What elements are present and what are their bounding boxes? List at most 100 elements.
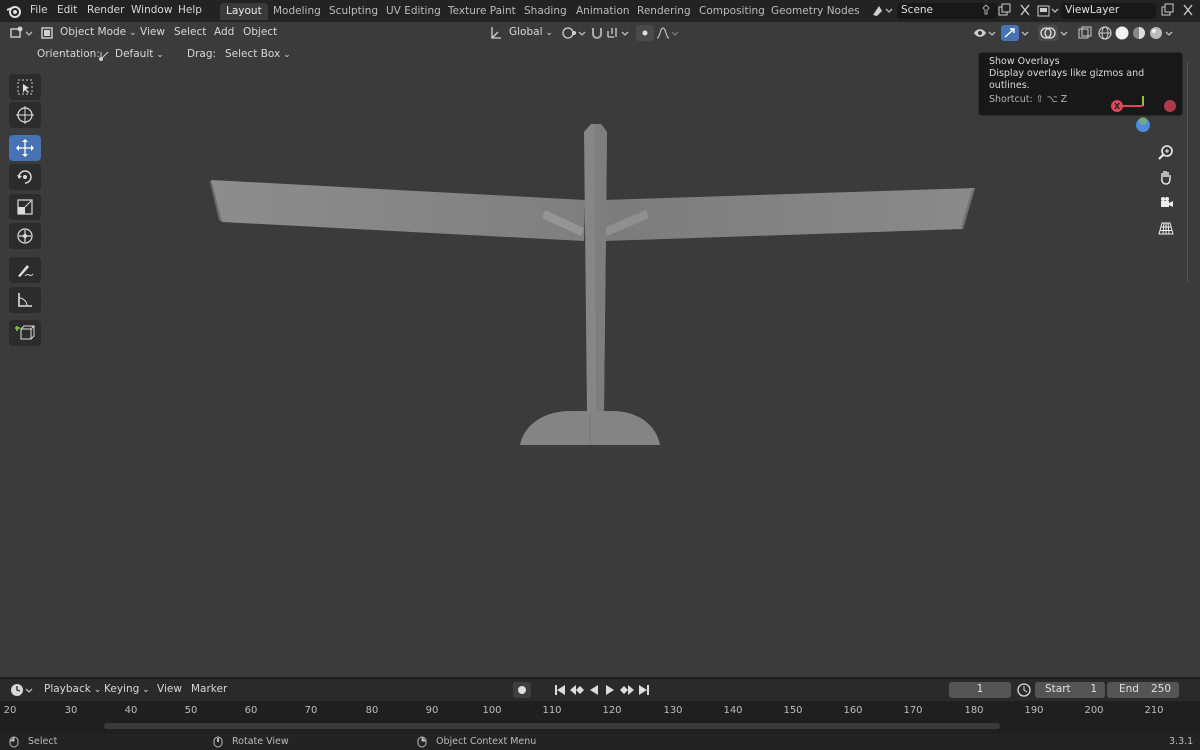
annotate-tool[interactable] (9, 257, 41, 283)
scale-tool[interactable] (9, 194, 41, 220)
current-frame-field[interactable]: 1 (949, 682, 1011, 698)
tab-modeling[interactable]: Modeling (267, 3, 327, 20)
status-bar: Select Rotate View Object Context Menu 3… (0, 734, 1200, 750)
visibility-icon[interactable] (972, 25, 998, 41)
rotate-icon (17, 170, 32, 184)
remove-view-layer-icon[interactable] (1182, 3, 1194, 17)
mouse-left-icon (9, 736, 19, 748)
menu-edit[interactable]: Edit (57, 4, 77, 16)
transform-orientation-dropdown[interactable]: Global (509, 26, 553, 38)
menu-render[interactable]: Render (87, 4, 124, 16)
menu-view[interactable]: View (140, 26, 165, 38)
editor-type-icon[interactable] (9, 25, 35, 41)
transform-tool[interactable] (9, 223, 41, 249)
tab-texture-paint[interactable]: Texture Paint (442, 3, 522, 20)
menu-add[interactable]: Add (214, 26, 234, 38)
pan-view-button[interactable] (1154, 165, 1178, 189)
mode-dropdown[interactable]: Object Mode (60, 26, 137, 38)
snap-icon[interactable] (589, 25, 605, 41)
rotate-tool[interactable] (9, 164, 41, 190)
tab-compositing[interactable]: Compositing (693, 3, 771, 20)
gizmo-toggle-icon[interactable] (1001, 25, 1019, 41)
tab-geometry-nodes[interactable]: Geometry Nodes (765, 3, 866, 20)
neg-x-axis-handle[interactable] (1164, 100, 1176, 112)
airplane-model[interactable] (0, 22, 1200, 677)
timeline-ruler[interactable]: 20 30 40 50 60 70 80 90 100 110 120 130 … (0, 701, 1200, 734)
view-layer-field[interactable]: ViewLayer (1061, 3, 1156, 19)
select-box-icon (17, 79, 33, 95)
tick-label: 190 (1024, 705, 1044, 716)
move-tool[interactable] (9, 135, 41, 161)
material-shading-icon[interactable] (1131, 25, 1147, 41)
start-label: Start (1045, 683, 1071, 695)
play-icon[interactable] (603, 683, 617, 697)
camera-view-button[interactable] (1154, 191, 1178, 215)
add-cube-tool[interactable] (9, 320, 41, 346)
snap-target-icon[interactable] (606, 25, 632, 41)
jump-start-icon[interactable] (553, 683, 567, 697)
menu-help[interactable]: Help (178, 4, 202, 16)
play-reverse-icon[interactable] (587, 683, 601, 697)
tab-layout[interactable]: Layout (220, 3, 268, 20)
jump-end-icon[interactable] (637, 683, 651, 697)
cursor-tool[interactable] (9, 102, 41, 128)
tab-rendering[interactable]: Rendering (631, 3, 697, 20)
new-view-layer-icon[interactable] (1160, 3, 1174, 17)
gizmo-dropdown-icon[interactable] (1020, 25, 1030, 41)
tick-label: 130 (663, 705, 683, 716)
zoom-icon (1158, 145, 1173, 160)
tab-animation[interactable]: Animation (570, 3, 636, 20)
measure-icon (18, 293, 32, 307)
transform-orientation-icon (489, 25, 503, 41)
shading-dropdown-icon[interactable] (1164, 25, 1174, 41)
overlays-toggle-icon[interactable] (1038, 25, 1058, 41)
menu-keying[interactable]: Keying (104, 683, 150, 695)
perspective-toggle-button[interactable] (1154, 216, 1178, 240)
rendered-shading-icon[interactable] (1148, 25, 1164, 41)
new-scene-icon[interactable] (997, 3, 1011, 17)
next-keyframe-icon[interactable] (619, 683, 635, 697)
tab-shading[interactable]: Shading (518, 3, 573, 20)
timeline-scrollbar[interactable] (104, 723, 1000, 729)
select-box-tool[interactable] (9, 74, 41, 100)
tick-label: 80 (365, 705, 379, 716)
pin-icon[interactable] (980, 4, 992, 16)
pivot-point-icon[interactable] (561, 25, 587, 41)
orientation-dropdown[interactable]: Default (115, 48, 164, 60)
menu-timeline-view[interactable]: View (157, 683, 182, 695)
menu-object[interactable]: Object (243, 26, 277, 38)
view-layer-icon[interactable] (1036, 3, 1060, 19)
menu-window[interactable]: Window (131, 4, 172, 16)
start-frame-field[interactable]: Start 1 (1035, 682, 1105, 698)
end-frame-field[interactable]: End 250 (1107, 682, 1179, 698)
preview-range-icon[interactable] (1016, 682, 1032, 698)
tab-uv-editing[interactable]: UV Editing (380, 3, 447, 20)
proportional-editing-icon[interactable] (636, 25, 654, 41)
menu-marker[interactable]: Marker (191, 683, 227, 695)
overlays-dropdown-icon[interactable] (1059, 25, 1069, 41)
navigation-gizmo[interactable] (1100, 86, 1190, 136)
tick-label: 90 (425, 705, 439, 716)
menu-playback[interactable]: Playback (44, 683, 101, 695)
blender-logo-icon[interactable] (6, 3, 22, 19)
tab-sculpting[interactable]: Sculpting (323, 3, 384, 20)
orientation-label: Orientation: (37, 48, 100, 60)
measure-tool[interactable] (9, 287, 41, 313)
zoom-view-button[interactable] (1154, 140, 1178, 164)
menu-select[interactable]: Select (174, 26, 206, 38)
wireframe-shading-icon[interactable] (1097, 25, 1113, 41)
solid-shading-icon[interactable] (1114, 25, 1130, 41)
menu-file[interactable]: File (30, 4, 48, 16)
3d-viewport[interactable]: Object Mode View Select Add Object Globa… (0, 22, 1200, 677)
tick-label: 120 (602, 705, 622, 716)
sidebar-edge[interactable] (1187, 62, 1188, 282)
timeline-editor-icon[interactable] (9, 682, 35, 698)
falloff-icon[interactable] (655, 25, 681, 41)
drag-dropdown[interactable]: Select Box (225, 48, 291, 60)
status-context-menu: Object Context Menu (436, 736, 537, 747)
scene-browse-icon[interactable] (871, 3, 893, 19)
auto-keying-icon[interactable] (513, 682, 531, 698)
remove-scene-icon[interactable] (1019, 3, 1031, 17)
prev-keyframe-icon[interactable] (569, 683, 585, 697)
xray-toggle-icon[interactable] (1076, 25, 1094, 41)
